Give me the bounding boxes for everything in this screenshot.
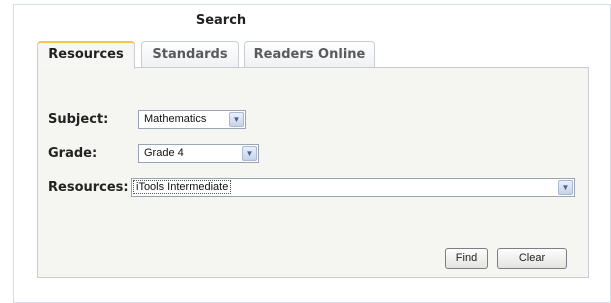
- find-button[interactable]: Find: [445, 248, 488, 269]
- tab-resources[interactable]: Resources: [37, 41, 135, 69]
- chevron-down-icon[interactable]: ▼: [558, 180, 573, 195]
- resources-value: iTools Intermediate: [132, 180, 232, 194]
- resources-select[interactable]: iTools Intermediate ▼: [131, 178, 575, 197]
- tab-readers-online[interactable]: Readers Online: [244, 41, 375, 68]
- grade-value: Grade 4: [144, 147, 184, 159]
- grade-label: Grade:: [48, 146, 98, 161]
- subject-value: Mathematics: [144, 113, 207, 125]
- resources-panel: [37, 67, 589, 278]
- page-title: Search: [195, 13, 247, 28]
- chevron-down-icon[interactable]: ▼: [229, 112, 244, 127]
- subject-label: Subject:: [48, 112, 109, 127]
- clear-button[interactable]: Clear: [497, 248, 567, 269]
- chevron-down-icon[interactable]: ▼: [242, 146, 257, 161]
- resources-label: Resources:: [48, 180, 129, 195]
- tab-standards[interactable]: Standards: [141, 41, 239, 68]
- subject-select[interactable]: Mathematics ▼: [138, 110, 246, 129]
- grade-select[interactable]: Grade 4 ▼: [138, 144, 259, 163]
